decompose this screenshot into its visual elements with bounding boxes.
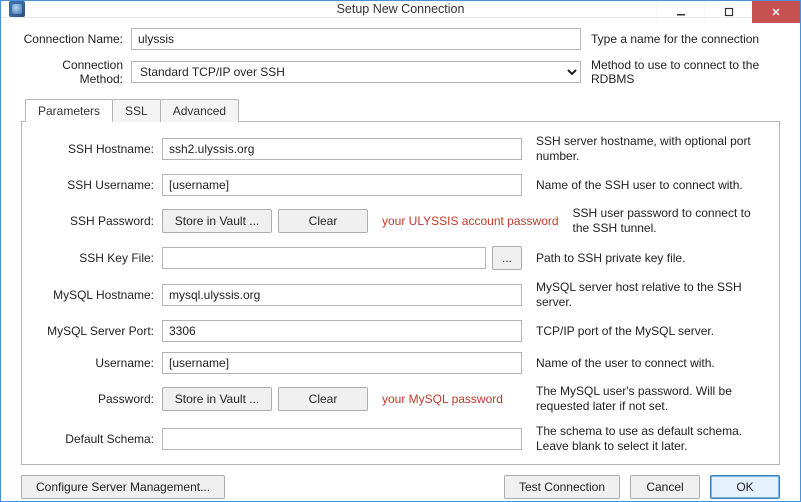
password-label: Password: [32,392,162,406]
minimize-button[interactable] [656,1,704,23]
footer: Configure Server Management... Test Conn… [1,465,800,502]
default-schema-input[interactable] [162,428,522,450]
tab-parameters[interactable]: Parameters [25,99,113,122]
mysql-hostname-label: MySQL Hostname: [32,288,162,302]
ssh-hostname-label: SSH Hostname: [32,142,162,156]
ssh-username-input[interactable] [162,174,522,196]
connection-name-hint: Type a name for the connection [581,32,780,46]
ssh-username-label: SSH Username: [32,178,162,192]
ssh-username-hint: Name of the SSH user to connect with. [522,178,769,193]
ssh-keyfile-label: SSH Key File: [32,251,162,265]
ssh-password-clear-button[interactable]: Clear [278,209,368,233]
ssh-password-row: SSH Password: Store in Vault ... Clear y… [32,206,769,236]
titlebar: Setup New Connection [1,1,800,18]
window-controls [656,1,800,23]
ssh-hostname-hint: SSH server hostname, with optional port … [522,134,769,164]
default-schema-label: Default Schema: [32,432,162,446]
ssh-keyfile-hint: Path to SSH private key file. [522,251,769,266]
ok-button[interactable]: OK [710,475,780,499]
password-clear-button[interactable]: Clear [278,387,368,411]
password-hint: The MySQL user's password. Will be reque… [522,384,769,414]
ssh-password-note: your ULYSSIS account password [374,214,559,228]
connection-method-select[interactable]: Standard TCP/IP over SSH [131,61,581,83]
password-note: your MySQL password [374,392,503,406]
connection-name-input[interactable] [131,28,581,50]
tab-ssl[interactable]: SSL [112,99,161,122]
connection-name-row: Connection Name: Type a name for the con… [21,28,780,50]
ssh-hostname-row: SSH Hostname: SSH server hostname, with … [32,134,769,164]
mysql-port-hint: TCP/IP port of the MySQL server. [522,324,769,339]
ssh-password-store-button[interactable]: Store in Vault ... [162,209,272,233]
username-label: Username: [32,356,162,370]
cancel-button[interactable]: Cancel [630,475,700,499]
connection-name-label: Connection Name: [21,32,131,46]
ssh-password-label: SSH Password: [32,214,162,228]
connection-method-row: Connection Method: Standard TCP/IP over … [21,58,780,86]
ssh-keyfile-input[interactable] [162,247,486,269]
password-row: Password: Store in Vault ... Clear your … [32,384,769,414]
tabstrip: Parameters SSL Advanced [25,98,780,121]
username-row: Username: Name of the user to connect wi… [32,352,769,374]
password-store-button[interactable]: Store in Vault ... [162,387,272,411]
username-input[interactable] [162,352,522,374]
close-button[interactable] [752,1,800,23]
connection-method-label: Connection Method: [21,58,131,86]
maximize-button[interactable] [704,1,752,23]
mysql-port-label: MySQL Server Port: [32,324,162,338]
mysql-port-row: MySQL Server Port: TCP/IP port of the My… [32,320,769,342]
mysql-hostname-row: MySQL Hostname: MySQL server host relati… [32,280,769,310]
connection-method-hint: Method to use to connect to the RDBMS [581,58,780,86]
ssh-username-row: SSH Username: Name of the SSH user to co… [32,174,769,196]
mysql-port-input[interactable] [162,320,522,342]
window: Setup New Connection Connection Name: Ty… [0,0,801,502]
ssh-password-hint: SSH user password to connect to the SSH … [559,206,769,236]
content-area: Connection Name: Type a name for the con… [1,18,800,465]
mysql-hostname-hint: MySQL server host relative to the SSH se… [522,280,769,310]
ssh-keyfile-row: SSH Key File: ... Path to SSH private ke… [32,246,769,270]
ssh-keyfile-browse-button[interactable]: ... [492,246,522,270]
default-schema-hint: The schema to use as default schema. Lea… [522,424,769,454]
tabs-container: Parameters SSL Advanced SSH Hostname: SS… [21,98,780,465]
username-hint: Name of the user to connect with. [522,356,769,371]
configure-server-button[interactable]: Configure Server Management... [21,475,225,499]
default-schema-row: Default Schema: The schema to use as def… [32,424,769,454]
tab-panel-parameters: SSH Hostname: SSH server hostname, with … [21,121,780,465]
test-connection-button[interactable]: Test Connection [504,475,620,499]
mysql-hostname-input[interactable] [162,284,522,306]
tab-advanced[interactable]: Advanced [160,99,239,122]
ssh-hostname-input[interactable] [162,138,522,160]
